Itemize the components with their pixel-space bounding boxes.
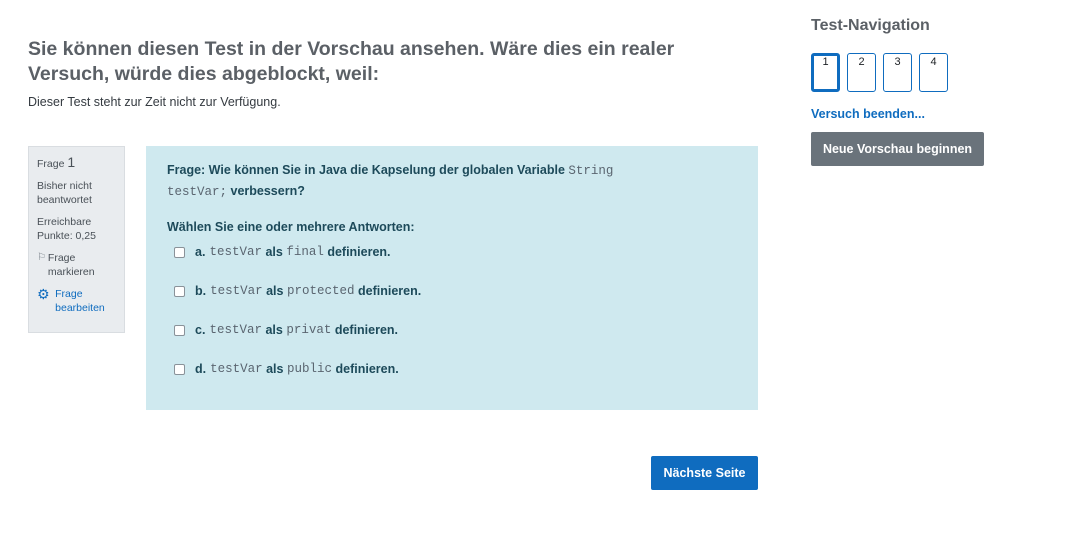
question-text-end: verbessern?	[230, 184, 305, 198]
answer-option-d[interactable]: d. testVar als public definieren.	[174, 359, 738, 379]
quiz-navigation-title: Test-Navigation	[811, 17, 930, 34]
option-als: als	[266, 284, 284, 298]
answer-checkbox[interactable]	[174, 285, 185, 297]
option-modifier: protected	[286, 284, 355, 298]
answer-checkbox[interactable]	[174, 324, 185, 336]
option-modifier: privat	[286, 323, 332, 337]
quiz-navigation-buttons: 1 2 3 4	[811, 53, 948, 92]
answer-prompt: Wählen Sie eine oder mehrere Antworten:	[167, 220, 415, 234]
answer-option-c[interactable]: c. testVar als privat definieren.	[174, 320, 738, 340]
answer-option-a[interactable]: a. testVar als final definieren.	[174, 242, 738, 262]
option-modifier: public	[286, 362, 332, 376]
option-variable: testVar	[210, 362, 263, 376]
question-points: Erreichbare Punkte: 0,25	[37, 216, 96, 242]
option-verb: definieren.	[357, 284, 422, 298]
flag-question-link[interactable]: ⚐ Frage markieren	[37, 251, 118, 279]
option-verb: definieren.	[335, 362, 399, 376]
gear-icon: ⚙	[37, 286, 50, 302]
edit-question-link[interactable]: ⚙ Frage bearbeiten	[37, 287, 118, 315]
option-verb: definieren.	[327, 245, 391, 259]
question-number: Frage 1	[37, 155, 118, 171]
question-text: Frage: Wie können Sie in Java die Kapsel…	[167, 160, 627, 202]
nav-question-3[interactable]: 3	[883, 53, 912, 92]
question-box: Frage: Wie können Sie in Java die Kapsel…	[146, 146, 758, 410]
question-number-label: Frage	[37, 158, 65, 170]
option-letter: a.	[195, 245, 206, 259]
option-variable: testVar	[209, 323, 262, 337]
next-page-button[interactable]: Nächste Seite	[651, 456, 758, 490]
finish-attempt-link[interactable]: Versuch beenden...	[811, 107, 925, 121]
nav-question-2[interactable]: 2	[847, 53, 876, 92]
nav-question-4[interactable]: 4	[919, 53, 948, 92]
edit-question-label: Frage bearbeiten	[55, 288, 105, 314]
answer-checkbox[interactable]	[174, 363, 185, 375]
option-letter: d.	[195, 362, 207, 376]
question-number-value: 1	[67, 154, 76, 170]
flag-icon: ⚐	[37, 252, 46, 263]
question-text-main: Frage: Wie können Sie in Java die Kapsel…	[167, 163, 565, 177]
question-status: Bisher nicht beantwortet	[37, 180, 92, 206]
option-als: als	[265, 323, 283, 337]
nav-question-1[interactable]: 1	[811, 53, 840, 92]
option-als: als	[266, 362, 284, 376]
option-modifier: final	[286, 245, 324, 259]
option-variable: testVar	[209, 245, 262, 259]
start-new-preview-button[interactable]: Neue Vorschau beginnen	[811, 132, 984, 166]
option-variable: testVar	[210, 284, 263, 298]
answer-checkbox[interactable]	[174, 246, 185, 258]
flag-question-label: Frage markieren	[47, 252, 95, 278]
option-verb: definieren.	[334, 323, 399, 337]
answer-option-b[interactable]: b. testVar als protected definieren.	[174, 281, 738, 301]
block-reason: Dieser Test steht zur Zeit nicht zur Ver…	[28, 95, 281, 109]
option-als: als	[265, 245, 283, 259]
page-heading: Sie können diesen Test in der Vorschau a…	[28, 38, 675, 85]
option-letter: c.	[195, 323, 206, 337]
option-letter: b.	[195, 284, 207, 298]
question-info-panel: Frage 1 Bisher nicht beantwortet Erreich…	[28, 146, 125, 333]
